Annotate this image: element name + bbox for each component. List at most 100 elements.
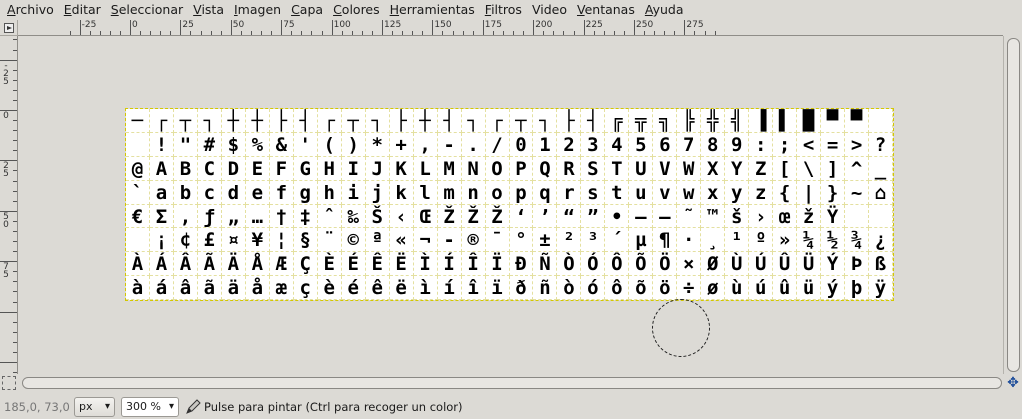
ruler-label: 25 bbox=[182, 20, 194, 30]
glyph-cell: ö bbox=[653, 276, 678, 300]
glyph-cell: ° bbox=[509, 228, 534, 253]
glyph-cell: æ bbox=[269, 276, 294, 300]
menu-ayuda[interactable]: Ayuda bbox=[640, 0, 689, 20]
glyph-cell: ( bbox=[317, 132, 342, 157]
glyph-cell: 4 bbox=[605, 132, 630, 157]
glyph-cell: µ bbox=[629, 228, 654, 253]
horizontal-scrollbar-thumb[interactable] bbox=[22, 377, 1002, 389]
glyph-cell: Ë bbox=[389, 252, 414, 277]
glyph-cell: Ü bbox=[797, 252, 822, 277]
glyph-cell: ) bbox=[341, 132, 366, 157]
glyph-cell: ⌂ bbox=[869, 180, 893, 205]
glyph-cell: — bbox=[653, 204, 678, 229]
menu-label-rest: yuda bbox=[652, 2, 684, 17]
menu-herramientas[interactable]: Herramientas bbox=[385, 0, 480, 20]
glyph-cell: ─ bbox=[126, 109, 150, 133]
ruler-label: 0 bbox=[132, 20, 138, 30]
ruler-tick bbox=[13, 140, 17, 142]
glyph-cell: œ bbox=[773, 204, 798, 229]
image-menu-button[interactable] bbox=[0, 20, 18, 36]
menu-capa[interactable]: Capa bbox=[286, 0, 328, 20]
glyph-cell: ┼ bbox=[221, 109, 246, 133]
glyph-cell: ´ bbox=[605, 228, 630, 253]
ruler-tick bbox=[160, 31, 162, 35]
glyph-cell bbox=[869, 204, 893, 229]
glyph-cell: < bbox=[797, 132, 822, 157]
glyph-cell: Ž bbox=[485, 204, 510, 229]
glyph-cell: ø bbox=[701, 276, 726, 300]
navigate-arrows-icon[interactable]: ✥ bbox=[1005, 374, 1021, 392]
menu-imagen[interactable]: Imagen bbox=[229, 0, 286, 20]
glyph-cell: h bbox=[317, 180, 342, 205]
ruler-tick bbox=[13, 79, 17, 81]
menu-editar[interactable]: Editar bbox=[59, 0, 106, 20]
glyph-cell: ” bbox=[581, 204, 606, 229]
glyph-cell: š bbox=[725, 204, 750, 229]
ruler-tick bbox=[220, 31, 222, 35]
menu-colores[interactable]: Colores bbox=[328, 0, 385, 20]
menu-filtros[interactable]: Filtros bbox=[480, 0, 527, 20]
ruler-tick bbox=[170, 31, 172, 35]
glyph-cell: x bbox=[701, 180, 726, 205]
vertical-scrollbar[interactable] bbox=[1003, 36, 1022, 374]
glyph-cell: ‘ bbox=[509, 204, 534, 229]
glyph-cell: \ bbox=[797, 156, 822, 181]
ruler-tick bbox=[69, 31, 71, 35]
glyph-cell: O bbox=[485, 156, 510, 181]
vertical-scrollbar-thumb[interactable] bbox=[1007, 38, 1020, 372]
menu-vista[interactable]: Vista bbox=[188, 0, 229, 20]
glyph-cell: a bbox=[149, 180, 174, 205]
glyph-cell: ┬ bbox=[173, 109, 198, 133]
glyph-cell: ñ bbox=[533, 276, 558, 300]
menu-mnemonic: A bbox=[644, 2, 653, 17]
glyph-cell: T bbox=[605, 156, 630, 181]
glyph-cell: ┬ bbox=[509, 109, 534, 133]
ruler-tick bbox=[13, 281, 17, 283]
menu-archivo[interactable]: Archivo bbox=[2, 0, 59, 20]
ruler-tick bbox=[13, 89, 17, 91]
glyph-cell: • bbox=[605, 204, 630, 229]
chevron-down-icon: ▾ bbox=[168, 401, 174, 412]
glyph-cell: 8 bbox=[701, 132, 726, 157]
quick-mask-icon[interactable] bbox=[2, 376, 16, 390]
glyph-cell: 0 bbox=[509, 132, 534, 157]
ruler-tick bbox=[341, 31, 343, 35]
ruler-label: 200 bbox=[535, 20, 553, 30]
menu-ventanas[interactable]: Ventanas bbox=[572, 0, 640, 20]
zoom-combo[interactable]: 300 % ▾ bbox=[121, 396, 179, 417]
ruler-tick bbox=[13, 170, 17, 172]
glyph-cell: 9 bbox=[725, 132, 750, 157]
glyph-cell: 5 bbox=[629, 132, 654, 157]
glyph-cell: è bbox=[317, 276, 342, 300]
menu-video[interactable]: Video bbox=[527, 0, 572, 20]
glyph-cell: ¹ bbox=[725, 228, 750, 253]
zoom-value: 300 % bbox=[126, 400, 161, 413]
glyph-cell: “ bbox=[557, 204, 582, 229]
menu-mnemonic: A bbox=[7, 2, 16, 17]
glyph-cell: ┌ bbox=[485, 109, 510, 133]
glyph-cell: Ú bbox=[749, 252, 774, 277]
glyph-cell: á bbox=[149, 276, 174, 300]
vertical-ruler[interactable]: -25 0 25 50 75 bbox=[0, 36, 18, 374]
glyph-cell: Û bbox=[773, 252, 798, 277]
glyph-cell: ╠ bbox=[677, 109, 702, 133]
canvas-area[interactable]: ─ ┌ ┬ ┐ ┼ ┼ ├ ┤ ┌ ┬ ┐ ├ ┼ ┤ ┐ ┌ ┬ ┐ ├ ┤ ╔ ╦ ╗ ╠ ╬ ╣ ▐ ▌ █ ▀ ▀ ! " # $% & '(… bbox=[19, 37, 1003, 374]
menu-label-rest: erramientas bbox=[399, 2, 475, 17]
glyph-cell: H bbox=[317, 156, 342, 181]
glyph-cell: ì bbox=[413, 276, 438, 300]
menu-seleccionar[interactable]: Seleccionar bbox=[106, 0, 188, 20]
glyph-cell: £ bbox=[197, 228, 222, 253]
glyph-cell: ë bbox=[389, 276, 414, 300]
unit-select[interactable]: px ▾ bbox=[74, 396, 115, 417]
glyph-cell: } bbox=[821, 180, 846, 205]
glyph-cell: p bbox=[509, 180, 534, 205]
image-layer[interactable]: ─ ┌ ┬ ┐ ┼ ┼ ├ ┤ ┌ ┬ ┐ ├ ┼ ┤ ┐ ┌ ┬ ┐ ├ ┤ ╔ ╦ ╗ ╠ ╬ ╣ ▐ ▌ █ ▀ ▀ ! " # $% & '(… bbox=[125, 108, 894, 301]
ruler-tick bbox=[190, 31, 192, 35]
ruler-tick bbox=[0, 362, 17, 363]
horizontal-ruler[interactable]: -25 0 25 50 75 100 125 150 175 200 225 250 275 bbox=[18, 20, 1003, 36]
glyph-cell: F bbox=[269, 156, 294, 181]
glyph-cell: ‹ bbox=[389, 204, 414, 229]
glyph-cell: „ bbox=[221, 204, 246, 229]
ruler-tick bbox=[694, 31, 696, 35]
glyph-cell: _ bbox=[869, 156, 893, 181]
